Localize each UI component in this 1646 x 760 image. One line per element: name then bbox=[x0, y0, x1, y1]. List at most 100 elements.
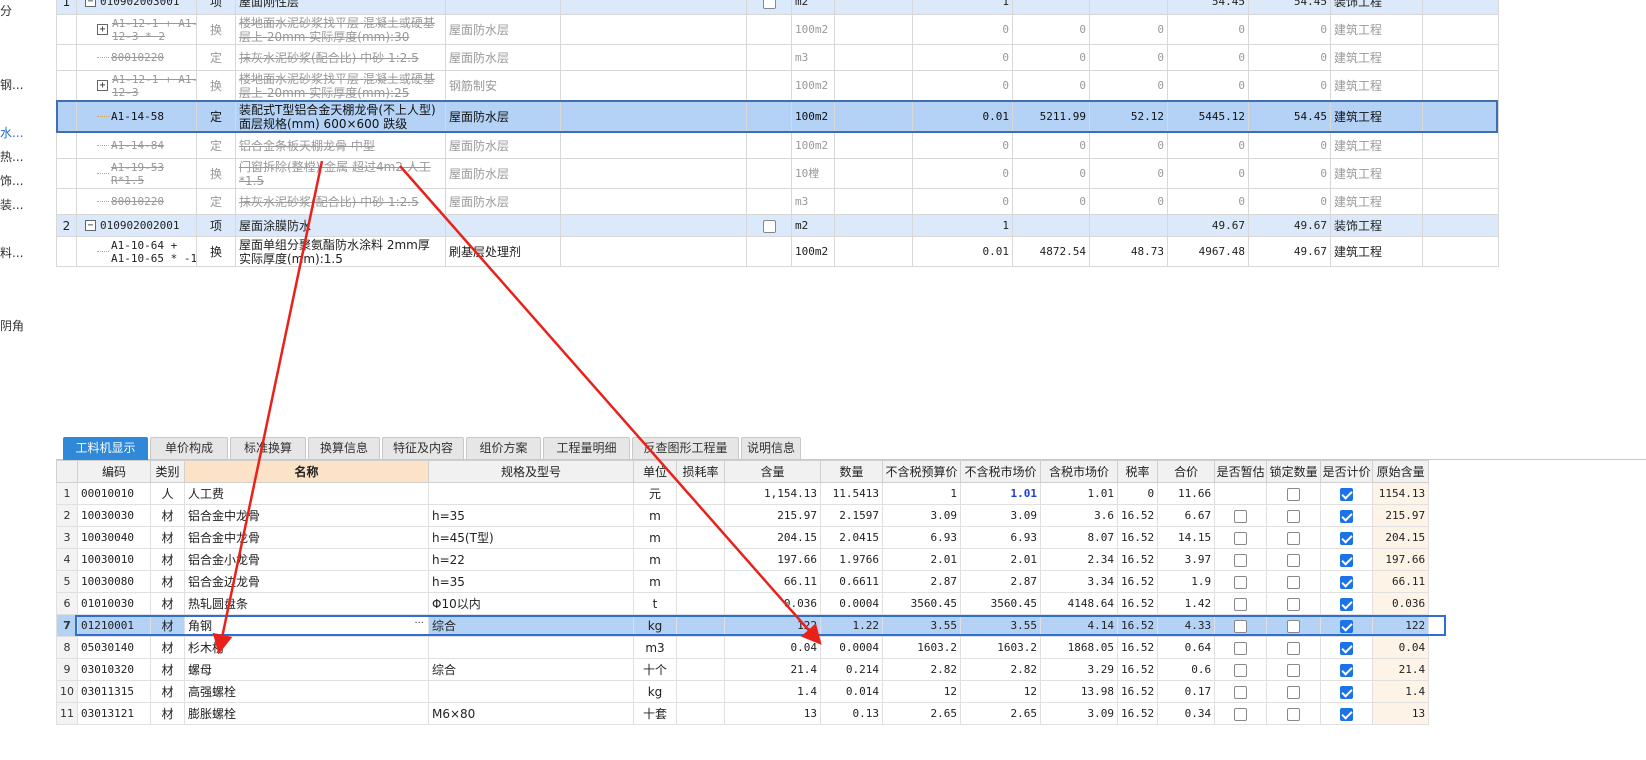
code-cell[interactable]: 10030040 bbox=[77, 526, 151, 549]
type-cell[interactable]: 人 bbox=[150, 482, 185, 505]
market-price-cell[interactable]: 2.01 bbox=[960, 548, 1041, 571]
unit-price-cell[interactable]: 0 bbox=[1012, 14, 1090, 45]
material-row[interactable]: 7 01210001 材角钢 ··· 综合 kg 122 1.22 3.55 3.55 4.14 16… bbox=[56, 614, 1430, 637]
type-cell[interactable]: 材 bbox=[150, 548, 185, 571]
code-cell[interactable]: A1-14-84 bbox=[76, 132, 197, 159]
row-number[interactable] bbox=[56, 44, 77, 71]
column-header[interactable]: 不含税市场价 bbox=[960, 460, 1041, 483]
profession-cell[interactable]: 装饰工程 bbox=[1330, 214, 1423, 237]
type-cell[interactable]: 材 bbox=[150, 636, 185, 659]
unit-cell[interactable]: 10樘 bbox=[791, 158, 835, 189]
original-content-cell[interactable]: 197.66 bbox=[1372, 548, 1430, 571]
row-number[interactable] bbox=[56, 100, 77, 133]
amount-cell[interactable]: 0 bbox=[1089, 158, 1168, 189]
priced-cell[interactable] bbox=[1320, 504, 1374, 527]
check-cell[interactable] bbox=[746, 0, 792, 15]
column-header[interactable]: 是否暂估 bbox=[1214, 460, 1268, 483]
checkbox[interactable] bbox=[1287, 619, 1301, 633]
unit-cell[interactable]: 元 bbox=[633, 482, 677, 505]
type-cell[interactable]: 项 bbox=[196, 214, 236, 237]
spec-cell[interactable]: 刷基层处理剂 bbox=[445, 236, 561, 267]
spec-cell[interactable]: h=22 bbox=[428, 548, 634, 571]
content-cell[interactable]: 1.4 bbox=[724, 680, 821, 703]
check-cell[interactable] bbox=[746, 214, 792, 237]
name-cell[interactable]: 屋面单组分聚氨酯防水涂料 2mm厚 实际厚度(mm):1.5 bbox=[235, 236, 446, 267]
check-cell[interactable] bbox=[746, 158, 792, 189]
checkbox[interactable] bbox=[1234, 663, 1248, 677]
tab-5[interactable]: 特征及内容 bbox=[382, 437, 464, 460]
checkbox[interactable] bbox=[1234, 619, 1248, 633]
amount-cell[interactable]: 0 bbox=[1089, 132, 1168, 159]
checkbox[interactable] bbox=[1234, 707, 1248, 721]
original-content-cell[interactable]: 21.4 bbox=[1372, 658, 1430, 681]
unit-cell[interactable]: m3 bbox=[791, 44, 835, 71]
row-number[interactable] bbox=[56, 188, 77, 215]
material-row[interactable]: 9 03010320 材螺母 综合 十个 21.4 0.214 2.82 2.82 3.29 16.… bbox=[56, 658, 1430, 681]
amount-cell[interactable] bbox=[1089, 214, 1168, 237]
amount-cell[interactable]: 0 bbox=[1089, 14, 1168, 45]
unit-price-cell[interactable] bbox=[1012, 214, 1090, 237]
total-cell[interactable]: 1.42 bbox=[1157, 592, 1216, 615]
unit-cell[interactable]: m bbox=[633, 504, 677, 527]
original-content-cell[interactable]: 122 bbox=[1372, 614, 1430, 637]
blank-cell[interactable] bbox=[1422, 158, 1499, 189]
column-header[interactable]: 锁定数量 bbox=[1266, 460, 1322, 483]
checkbox[interactable] bbox=[1234, 509, 1248, 523]
market-price-cell[interactable]: 3.09 bbox=[960, 504, 1041, 527]
column-header[interactable]: 不含税预算价 bbox=[882, 460, 961, 483]
total-cell[interactable]: 1.9 bbox=[1157, 570, 1216, 593]
unit-cell[interactable]: m3 bbox=[791, 188, 835, 215]
provisional-cell[interactable] bbox=[1214, 592, 1268, 615]
tax-rate-cell[interactable]: 16.52 bbox=[1116, 548, 1159, 571]
priced-cell[interactable] bbox=[1320, 636, 1374, 659]
original-content-cell[interactable]: 204.15 bbox=[1372, 526, 1430, 549]
profession-cell[interactable]: 建筑工程 bbox=[1330, 132, 1423, 159]
profession-cell[interactable]: 建筑工程 bbox=[1330, 100, 1423, 133]
lock-qty-cell[interactable] bbox=[1266, 570, 1322, 593]
tab-3[interactable]: 标准换算 bbox=[230, 437, 306, 460]
unit-cell[interactable]: m2 bbox=[791, 214, 835, 237]
name-cell[interactable]: 抹灰水泥砂浆(配合比) 中砂 1:2.5 bbox=[235, 44, 446, 71]
amount-cell[interactable]: 0 bbox=[1089, 70, 1168, 101]
column-header[interactable]: 税率 bbox=[1116, 460, 1159, 483]
profession-cell[interactable]: 装饰工程 bbox=[1330, 0, 1423, 15]
original-content-cell[interactable]: 66.11 bbox=[1372, 570, 1430, 593]
left-nav-item[interactable]: 水... bbox=[0, 124, 23, 141]
material-row[interactable]: 8 05030140 材杉木枋 m3 0.04 0.0004 1603.2 1603.2 186… bbox=[56, 636, 1430, 659]
unit-cell[interactable]: 100m2 bbox=[791, 70, 835, 101]
type-cell[interactable]: 定 bbox=[196, 100, 236, 133]
column-header[interactable]: 名称 bbox=[184, 460, 429, 483]
priced-cell[interactable] bbox=[1320, 548, 1374, 571]
checkbox[interactable] bbox=[1234, 531, 1248, 545]
spec-cell[interactable]: 钢筋制安 bbox=[445, 70, 561, 101]
type-cell[interactable]: 材 bbox=[150, 702, 185, 725]
unit-cell[interactable]: 100m2 bbox=[791, 100, 835, 133]
column-header[interactable]: 损耗率 bbox=[676, 460, 725, 483]
type-cell[interactable]: 定 bbox=[196, 188, 236, 215]
material-row[interactable]: 1 00010010 人人工费 元 1,154.13 11.5413 1 1.01 1.01 0 1… bbox=[56, 482, 1430, 505]
unit-cell[interactable]: m bbox=[633, 570, 677, 593]
spec-cell[interactable]: 屋面防水层 bbox=[445, 44, 561, 71]
content-cell[interactable]: 197.66 bbox=[724, 548, 821, 571]
checkbox[interactable] bbox=[1287, 575, 1301, 589]
checkbox[interactable] bbox=[762, 219, 776, 233]
unit-price-cell[interactable]: 4872.54 bbox=[1012, 236, 1090, 267]
content-cell[interactable]: 0.04 bbox=[724, 636, 821, 659]
budget-price-cell[interactable]: 1 bbox=[882, 482, 961, 505]
total-cell[interactable]: 0.17 bbox=[1157, 680, 1216, 703]
budget-price-cell[interactable]: 2.82 bbox=[882, 658, 961, 681]
material-row[interactable]: 10 03011315 材高强螺栓 kg 1.4 0.014 12 12 13.98 16.52 0… bbox=[56, 680, 1430, 703]
quantity-cell[interactable]: 1 bbox=[912, 214, 1013, 237]
provisional-cell[interactable] bbox=[1214, 702, 1268, 725]
unit-cell[interactable]: m bbox=[633, 548, 677, 571]
tax-rate-cell[interactable]: 16.52 bbox=[1116, 592, 1159, 615]
tax-rate-cell[interactable]: 16.52 bbox=[1116, 702, 1159, 725]
priced-cell[interactable] bbox=[1320, 680, 1374, 703]
blank-cell[interactable] bbox=[834, 132, 913, 159]
loss-rate-cell[interactable] bbox=[676, 702, 725, 725]
quota-row[interactable]: A1-14-58 定 装配式T型铝合金天棚龙骨(不上人型) 面层规格(mm) 600… bbox=[56, 100, 1499, 133]
provisional-cell[interactable] bbox=[1214, 504, 1268, 527]
quantity-cell[interactable]: 0 bbox=[912, 44, 1013, 71]
quantity-cell[interactable]: 0 bbox=[912, 158, 1013, 189]
priced-cell[interactable] bbox=[1320, 614, 1374, 637]
